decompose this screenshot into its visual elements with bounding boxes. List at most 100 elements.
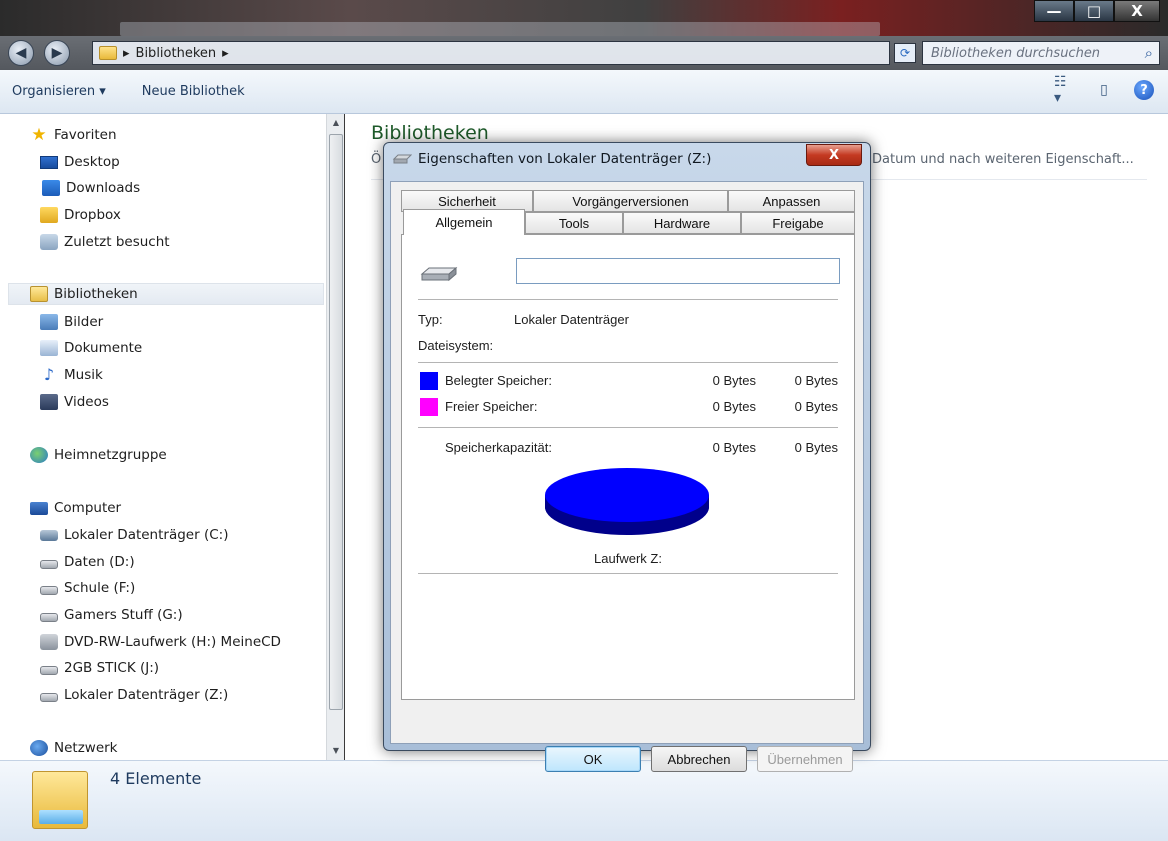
nav-pictures[interactable]: Bilder bbox=[40, 311, 103, 333]
music-icon: ♪ bbox=[43, 365, 55, 384]
command-bar: Organisieren ▾ Neue Bibliothek ☷ ▾ ▯ ? bbox=[0, 70, 1168, 114]
nav-network[interactable]: Netzwerk bbox=[30, 737, 118, 759]
preview-pane-icon[interactable]: ▯ bbox=[1094, 81, 1114, 99]
usb-drive-icon bbox=[40, 665, 58, 675]
tab-anpassen[interactable]: Anpassen bbox=[728, 190, 855, 212]
back-arrow-icon[interactable]: ◀ bbox=[8, 40, 34, 66]
nav-computer[interactable]: Computer bbox=[30, 497, 121, 519]
background-browser-ghost bbox=[120, 22, 880, 36]
free-space-bytes: 0 Bytes bbox=[712, 399, 756, 414]
drive-icon bbox=[40, 612, 58, 622]
tab-hardware[interactable]: Hardware bbox=[623, 212, 741, 234]
homegroup-icon bbox=[30, 447, 48, 463]
nav-documents[interactable]: Dokumente bbox=[40, 337, 142, 359]
computer-icon bbox=[30, 501, 48, 515]
dialog-body: Sicherheit Vorgängerversionen Anpassen A… bbox=[390, 181, 864, 772]
desktop-icon bbox=[40, 155, 58, 169]
scroll-up-arrow-icon[interactable]: ▲ bbox=[331, 118, 341, 127]
drive-icon bbox=[40, 559, 58, 569]
dialog-title: Eigenschaften von Lokaler Datenträger (Z… bbox=[418, 151, 712, 167]
type-value: Lokaler Datenträger bbox=[514, 312, 629, 327]
videos-icon bbox=[40, 394, 58, 410]
nav-drive-d[interactable]: Daten (D:) bbox=[40, 551, 135, 573]
free-space-label: Freier Speicher: bbox=[445, 399, 538, 414]
nav-desktop[interactable]: Desktop bbox=[40, 151, 120, 173]
nav-drive-f[interactable]: Schule (F:) bbox=[40, 577, 135, 599]
system-drive-icon bbox=[40, 529, 58, 541]
cancel-button[interactable]: Abbrechen bbox=[651, 746, 747, 772]
path-separator-end[interactable]: ▸ bbox=[222, 46, 229, 61]
library-folder-large-icon bbox=[32, 771, 88, 829]
new-library-button[interactable]: Neue Bibliothek bbox=[142, 84, 245, 99]
address-bar[interactable]: ▸ Bibliotheken ▸ bbox=[92, 41, 890, 65]
divider bbox=[418, 362, 838, 363]
search-input[interactable]: Bibliotheken durchsuchen ⌕ bbox=[922, 41, 1160, 65]
nav-music[interactable]: ♪ Musik bbox=[40, 364, 103, 386]
network-icon bbox=[30, 740, 48, 756]
view-options-icon[interactable]: ☷ ▾ bbox=[1054, 74, 1074, 106]
nav-drive-z[interactable]: Lokaler Datenträger (Z:) bbox=[40, 684, 228, 706]
help-icon[interactable]: ? bbox=[1134, 80, 1154, 100]
nav-recent[interactable]: Zuletzt besucht bbox=[40, 231, 170, 253]
drive-icon bbox=[420, 266, 458, 282]
dvd-drive-icon bbox=[40, 634, 58, 650]
tab-tools[interactable]: Tools bbox=[525, 212, 623, 234]
star-icon: ★ bbox=[31, 125, 47, 145]
dialog-titlebar: Eigenschaften von Lokaler Datenträger (Z… bbox=[392, 151, 711, 167]
window-titlebar: — □ X bbox=[0, 0, 1168, 36]
used-space-size: 0 Bytes bbox=[794, 373, 838, 388]
window-controls: — □ X bbox=[1034, 0, 1160, 22]
drive-icon bbox=[40, 692, 58, 702]
drive-letter-label: Laufwerk Z: bbox=[594, 551, 662, 566]
capacity-size: 0 Bytes bbox=[794, 440, 838, 455]
recent-places-icon bbox=[40, 234, 58, 250]
type-label: Typ: bbox=[418, 312, 443, 327]
item-count: 4 Elemente bbox=[110, 769, 202, 788]
minimize-button[interactable]: — bbox=[1034, 0, 1074, 22]
downloads-icon bbox=[42, 180, 60, 196]
used-space-label: Belegter Speicher: bbox=[445, 373, 552, 388]
breadcrumb-bibliotheken[interactable]: Bibliotheken bbox=[136, 46, 217, 61]
apply-button[interactable]: Übernehmen bbox=[757, 746, 853, 772]
filesystem-label: Dateisystem: bbox=[418, 338, 494, 353]
used-space-swatch bbox=[420, 372, 438, 390]
drive-icon bbox=[40, 585, 58, 595]
nav-libraries[interactable]: Bibliotheken bbox=[8, 283, 324, 305]
navigation-pane: ★ Favoriten Desktop Downloads Dropbox Zu… bbox=[0, 114, 344, 760]
capacity-bytes: 0 Bytes bbox=[712, 440, 756, 455]
nav-downloads[interactable]: Downloads bbox=[40, 177, 140, 199]
tab-vorgaengerversionen[interactable]: Vorgängerversionen bbox=[533, 190, 728, 212]
nav-favorites[interactable]: ★ Favoriten bbox=[30, 124, 116, 146]
tab-freigabe[interactable]: Freigabe bbox=[741, 212, 855, 234]
nav-dropbox[interactable]: Dropbox bbox=[40, 204, 121, 226]
free-space-swatch bbox=[420, 398, 438, 416]
nav-drive-c[interactable]: Lokaler Datenträger (C:) bbox=[40, 524, 228, 546]
divider bbox=[418, 299, 838, 300]
nav-drive-h[interactable]: DVD-RW-Laufwerk (H:) MeineCD bbox=[40, 631, 281, 653]
drive-name-input[interactable] bbox=[516, 258, 840, 284]
dropbox-icon bbox=[40, 207, 58, 223]
nav-drive-g[interactable]: Gamers Stuff (G:) bbox=[40, 604, 183, 626]
nav-drive-j[interactable]: 2GB STICK (J:) bbox=[40, 657, 159, 679]
disk-usage-pie-chart bbox=[545, 468, 709, 535]
dialog-close-button[interactable]: X bbox=[806, 144, 862, 166]
refresh-icon[interactable]: ⟳ bbox=[894, 43, 916, 63]
window-close-button[interactable]: X bbox=[1114, 0, 1160, 22]
nav-scrollbar[interactable]: ▲ ▼ bbox=[326, 114, 344, 760]
nav-videos[interactable]: Videos bbox=[40, 391, 109, 413]
divider bbox=[418, 427, 838, 428]
library-icon bbox=[30, 286, 48, 302]
organize-button[interactable]: Organisieren ▾ bbox=[12, 84, 106, 99]
ok-button[interactable]: OK bbox=[545, 746, 641, 772]
maximize-button[interactable]: □ bbox=[1074, 0, 1114, 22]
drive-icon bbox=[392, 154, 412, 164]
scroll-thumb[interactable] bbox=[329, 134, 343, 710]
scroll-down-arrow-icon[interactable]: ▼ bbox=[331, 746, 341, 755]
tab-allgemein[interactable]: Allgemein bbox=[403, 209, 525, 235]
used-space-bytes: 0 Bytes bbox=[712, 373, 756, 388]
documents-icon bbox=[40, 340, 58, 356]
search-icon[interactable]: ⌕ bbox=[1145, 44, 1153, 62]
forward-arrow-icon[interactable]: ▶ bbox=[44, 40, 70, 66]
nav-homegroup[interactable]: Heimnetzgruppe bbox=[30, 444, 167, 466]
free-space-size: 0 Bytes bbox=[794, 399, 838, 414]
